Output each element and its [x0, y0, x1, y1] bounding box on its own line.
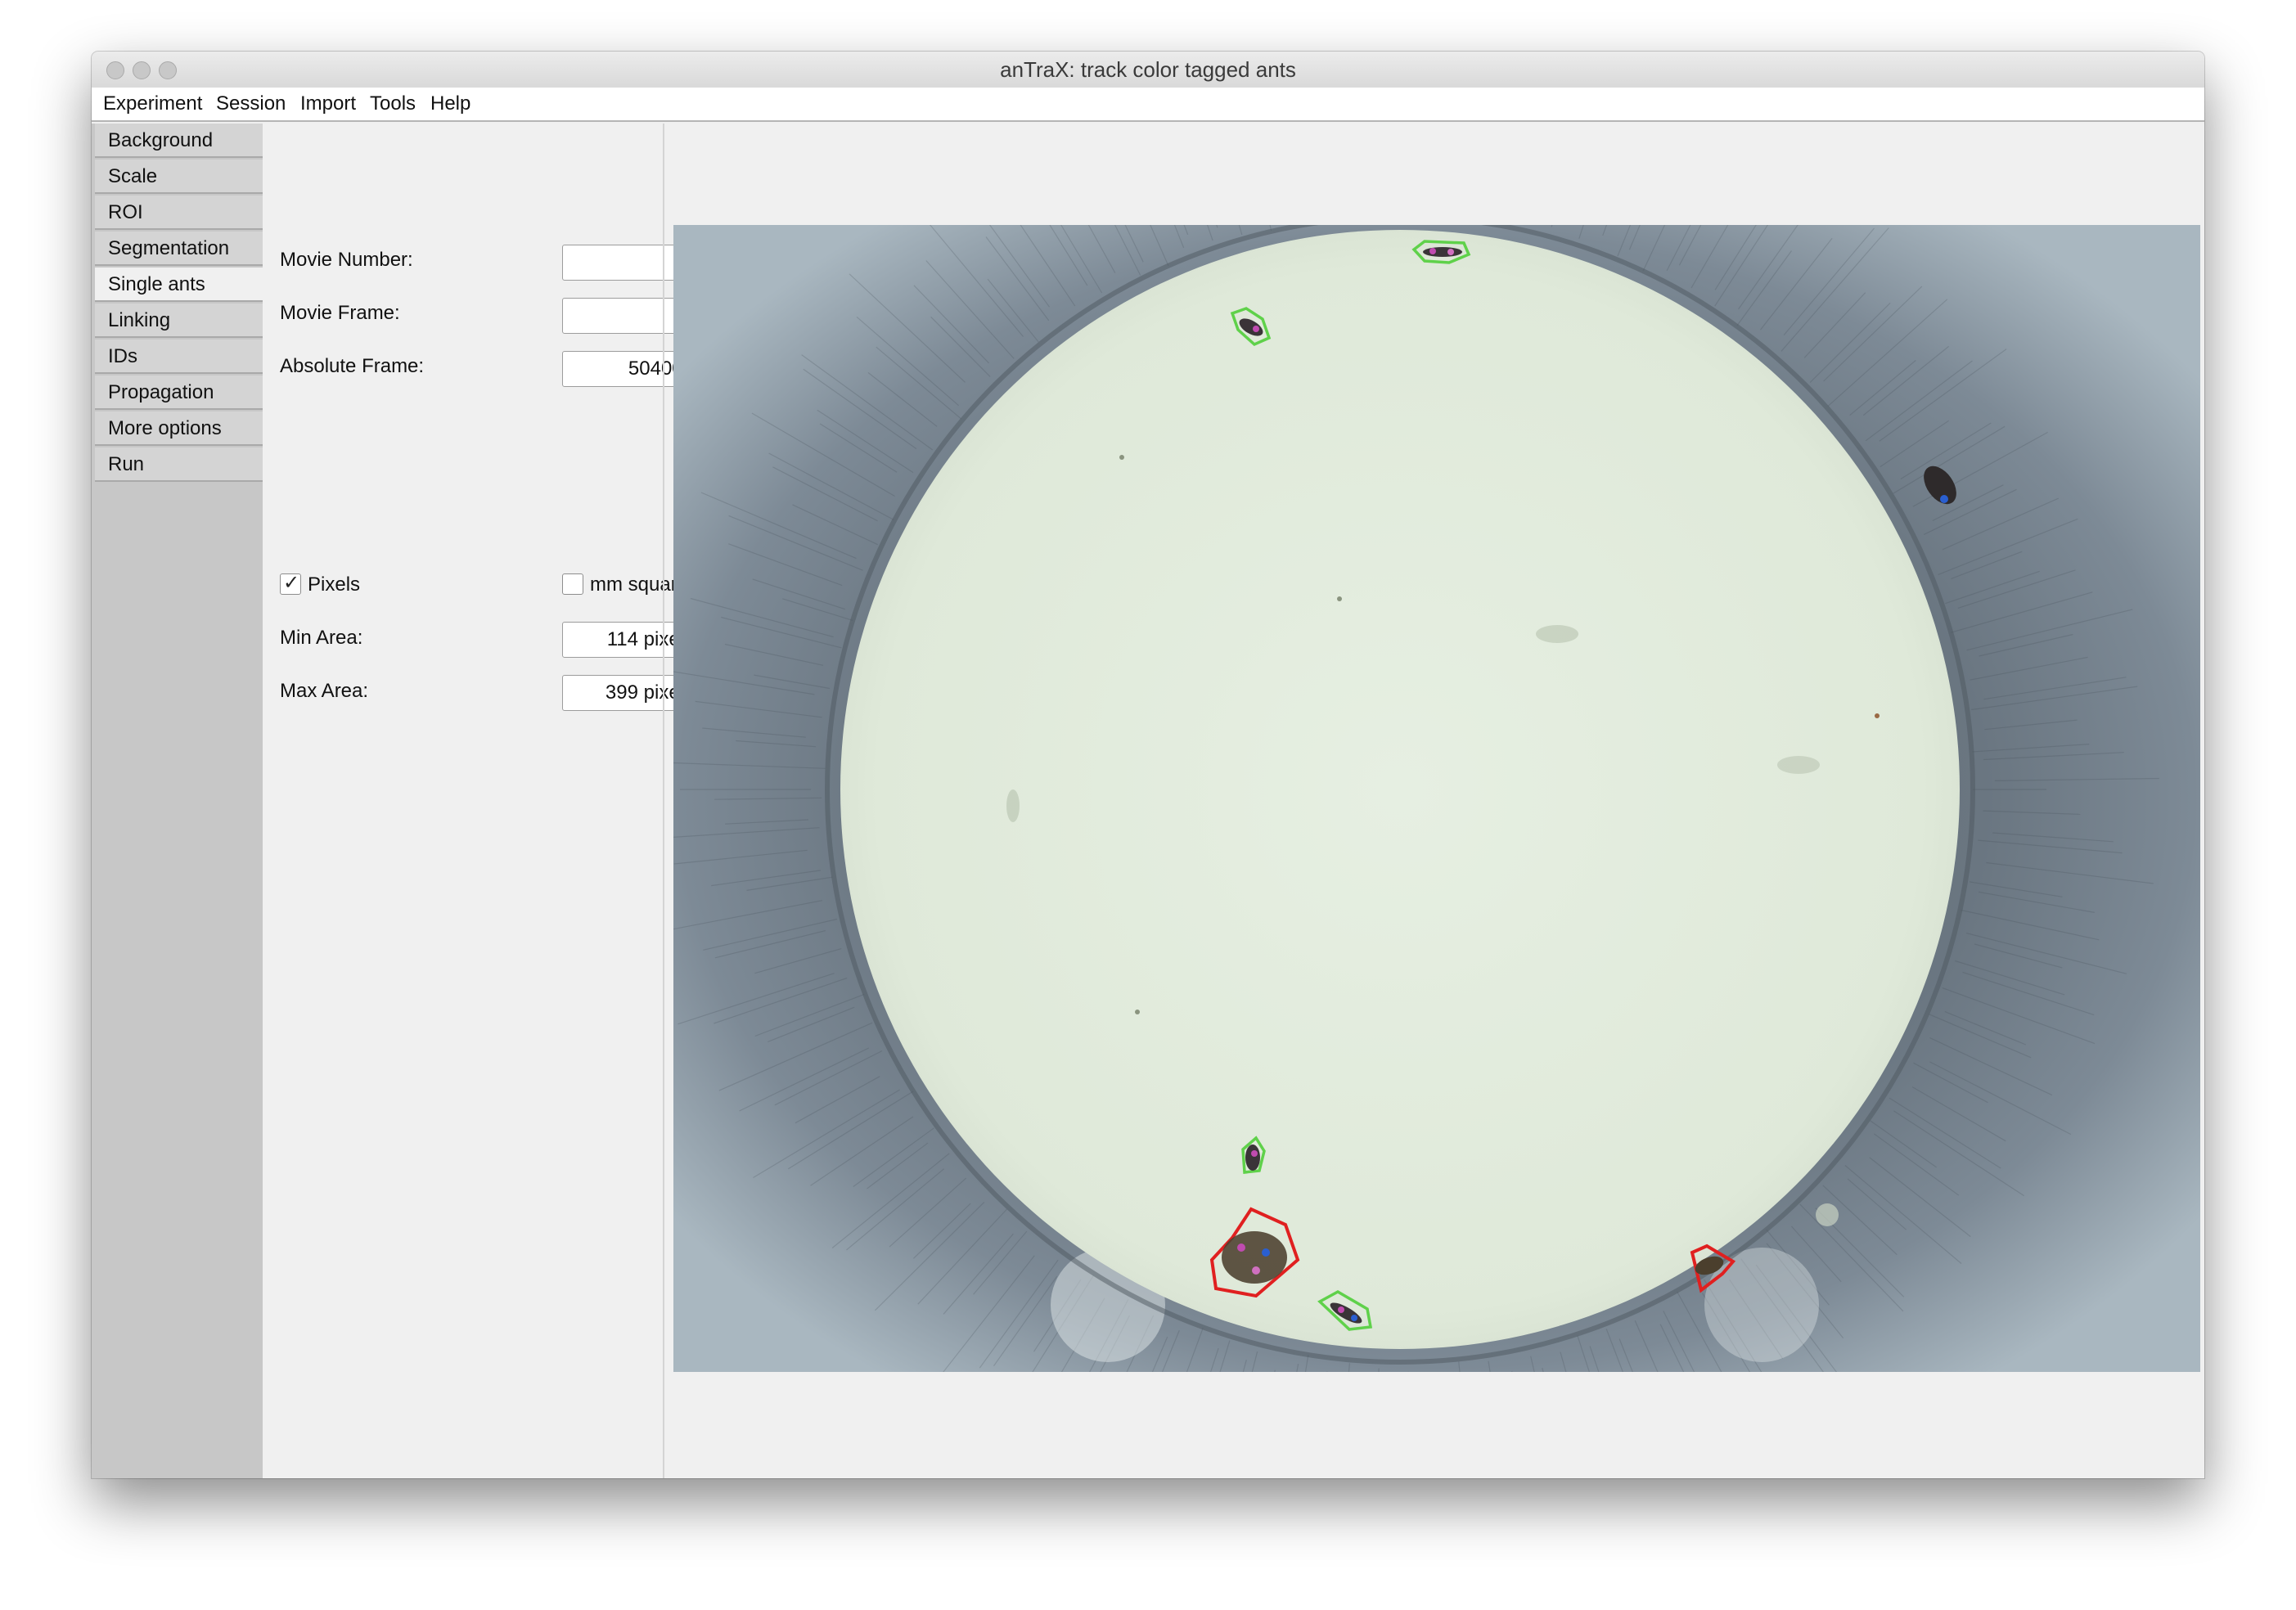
step-sidebar: Background Scale ROI Segmentation Single…: [92, 124, 263, 1478]
color-tag: [1940, 495, 1948, 503]
menu-import[interactable]: Import: [300, 88, 356, 120]
sidebar-item-scale[interactable]: Scale: [95, 160, 263, 194]
pixels-label: Pixels: [308, 573, 361, 596]
sidebar-item-run[interactable]: Run: [95, 447, 263, 482]
debris-speck: [1875, 713, 1880, 718]
color-tag: [1237, 1243, 1245, 1252]
color-tag: [1262, 1248, 1270, 1257]
menu-bar: Experiment Session Import Tools Help: [92, 88, 2204, 122]
debris-speck: [1816, 1203, 1839, 1226]
sidebar-item-linking[interactable]: Linking: [95, 304, 263, 338]
sidebar-item-roi[interactable]: ROI: [95, 196, 263, 230]
ant-cluster: [1222, 1231, 1287, 1284]
debris-speck: [1006, 789, 1020, 822]
arena-floor: [840, 230, 1960, 1349]
sidebar-item-ids[interactable]: IDs: [95, 340, 263, 374]
movie-frame-label: Movie Frame:: [280, 302, 400, 324]
color-tag: [1447, 249, 1454, 255]
window-title: anTraX: track color tagged ants: [1000, 57, 1296, 82]
color-tag: [1252, 1266, 1260, 1275]
menu-experiment[interactable]: Experiment: [103, 88, 202, 120]
sidebar-item-propagation[interactable]: Propagation: [95, 376, 263, 410]
debris-speck: [1536, 625, 1578, 643]
movie-number-label: Movie Number:: [280, 249, 413, 271]
menu-help[interactable]: Help: [430, 88, 470, 120]
absolute-frame-label: Absolute Frame:: [280, 355, 425, 377]
ant-body: [1245, 1145, 1260, 1171]
video-frame-view[interactable]: [661, 52, 2200, 1478]
color-tag: [1251, 1150, 1258, 1157]
menu-tools[interactable]: Tools: [370, 88, 416, 120]
title-bar: anTraX: track color tagged ants: [92, 52, 2204, 88]
checkmark-icon: ✓: [283, 572, 300, 594]
color-tag: [1338, 1306, 1344, 1313]
color-tag: [1253, 326, 1259, 332]
debris-speck: [1777, 756, 1820, 774]
debris-speck: [1337, 596, 1342, 601]
debris-speck: [1119, 455, 1124, 460]
menu-session[interactable]: Session: [216, 88, 286, 120]
color-tag: [1351, 1315, 1357, 1321]
max-area-label: Max Area:: [280, 680, 369, 702]
sidebar-item-single-ants[interactable]: Single ants: [95, 268, 263, 302]
debris-speck: [1135, 1010, 1140, 1014]
color-tag: [1429, 248, 1436, 254]
app-window: anTraX: track color tagged ants Experime…: [92, 52, 2204, 1478]
min-area-label: Min Area:: [280, 627, 363, 649]
ant-body: [1423, 247, 1462, 257]
panel-divider: [663, 124, 664, 1478]
sidebar-item-segmentation[interactable]: Segmentation: [95, 232, 263, 266]
mm-square-checkbox[interactable]: [562, 573, 583, 595]
pixels-checkbox[interactable]: ✓: [280, 572, 301, 595]
arena-image: [661, 52, 2200, 1478]
sidebar-item-more-options[interactable]: More options: [95, 411, 263, 446]
sidebar-item-background[interactable]: Background: [95, 124, 263, 158]
